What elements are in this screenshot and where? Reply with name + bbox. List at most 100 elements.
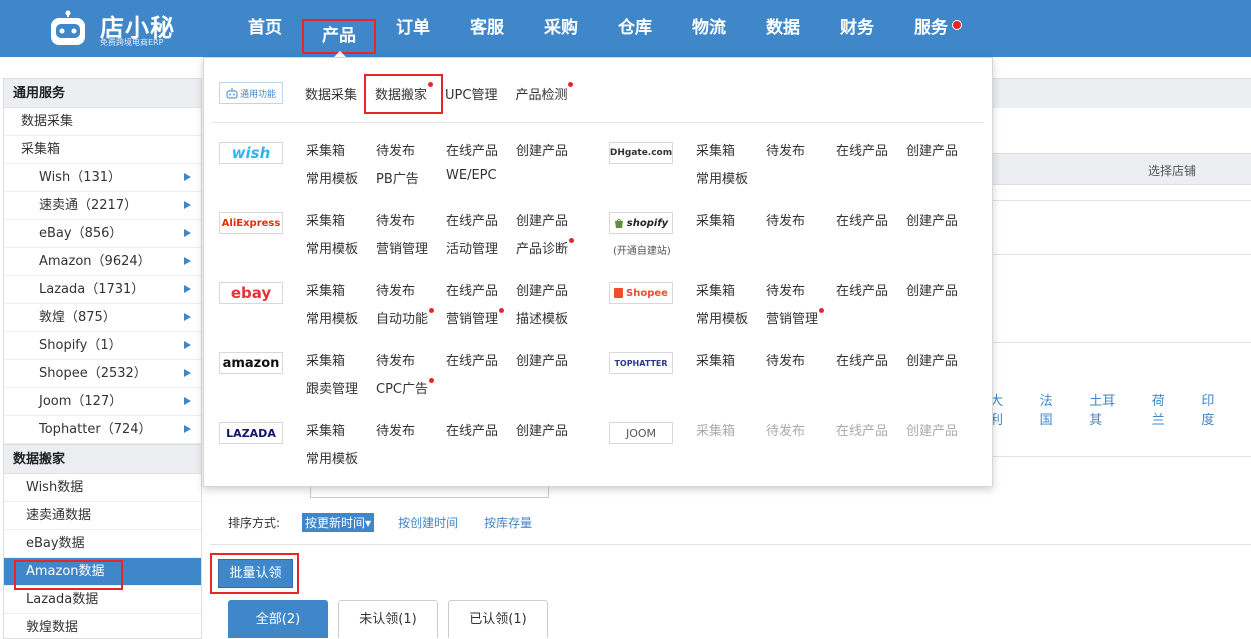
tab-claimed[interactable]: 已认领(1) bbox=[448, 600, 548, 638]
sidebar-item-aliexpress[interactable]: 速卖通（2217） bbox=[4, 192, 201, 220]
tab-all[interactable]: 全部(2) bbox=[228, 600, 328, 638]
sidebar-item-joom[interactable]: Joom（127） bbox=[4, 388, 201, 416]
menu-link[interactable]: 待发布 bbox=[376, 350, 415, 369]
nav-finance[interactable]: 财务 bbox=[820, 0, 894, 57]
shopify-note[interactable]: (开通自建站) bbox=[613, 242, 671, 257]
menu-link[interactable]: 采集箱 bbox=[306, 280, 345, 299]
sort-by-stock[interactable]: 按库存量 bbox=[484, 514, 532, 531]
bulk-claim-button[interactable]: 批量认领 bbox=[218, 559, 293, 588]
menu-link[interactable]: 营销管理 bbox=[376, 238, 428, 257]
menu-link[interactable]: 常用模板 bbox=[306, 168, 358, 187]
menu-link[interactable]: 营销管理 bbox=[766, 308, 825, 327]
sort-by-create-time[interactable]: 按创建时间 bbox=[398, 514, 458, 531]
menu-upc-manage[interactable]: UPC管理 bbox=[445, 84, 497, 103]
menu-link[interactable]: 在线产品 bbox=[446, 420, 498, 439]
menu-link[interactable]: 常用模板 bbox=[306, 238, 358, 257]
menu-link[interactable]: 创建产品 bbox=[906, 140, 958, 159]
sidebar-item-tophatter[interactable]: Tophatter（724） bbox=[4, 416, 201, 444]
country-link[interactable]: 大利 bbox=[990, 390, 1016, 428]
menu-product-check[interactable]: 产品检测 bbox=[515, 81, 574, 103]
nav-customer-service[interactable]: 客服 bbox=[450, 0, 524, 57]
menu-data-collect[interactable]: 数据采集 bbox=[305, 84, 357, 103]
menu-link[interactable]: 在线产品 bbox=[836, 210, 888, 229]
menu-link[interactable]: 在线产品 bbox=[446, 140, 498, 159]
menu-link[interactable]: 采集箱 bbox=[306, 420, 345, 439]
menu-link[interactable]: 创建产品 bbox=[906, 280, 958, 299]
menu-link[interactable]: 待发布 bbox=[766, 350, 805, 369]
menu-link[interactable]: 在线产品 bbox=[836, 280, 888, 299]
sidebar-item-lazada[interactable]: Lazada（1731） bbox=[4, 276, 201, 304]
menu-link[interactable]: 在线产品 bbox=[836, 420, 888, 439]
menu-link[interactable]: 活动管理 bbox=[446, 238, 498, 257]
menu-link[interactable]: 采集箱 bbox=[696, 210, 735, 229]
sidebar-item-data-collect[interactable]: 数据采集 bbox=[4, 108, 201, 136]
sidebar-item-shopify[interactable]: Shopify（1） bbox=[4, 332, 201, 360]
menu-link[interactable]: 待发布 bbox=[766, 280, 805, 299]
nav-product[interactable]: 产品 bbox=[302, 19, 376, 54]
nav-data[interactable]: 数据 bbox=[746, 0, 820, 57]
menu-link[interactable]: 待发布 bbox=[376, 140, 415, 159]
nav-logistics[interactable]: 物流 bbox=[672, 0, 746, 57]
sidebar-item-wish[interactable]: Wish（131） bbox=[4, 164, 201, 192]
menu-link[interactable]: 描述模板 bbox=[516, 308, 568, 327]
sidebar-item-collect-box[interactable]: 采集箱 bbox=[4, 136, 201, 164]
menu-link[interactable]: CPC广告 bbox=[376, 378, 434, 397]
nav-services[interactable]: 服务 bbox=[894, 0, 968, 57]
menu-link[interactable]: 创建产品 bbox=[906, 350, 958, 369]
menu-link[interactable]: 采集箱 bbox=[696, 420, 735, 439]
menu-link[interactable]: 创建产品 bbox=[516, 280, 568, 299]
sidebar-item-ebay[interactable]: eBay（856） bbox=[4, 220, 201, 248]
sidebar-item-dhgate[interactable]: 敦煌（875） bbox=[4, 304, 201, 332]
menu-link[interactable]: 待发布 bbox=[766, 210, 805, 229]
menu-link[interactable]: 常用模板 bbox=[306, 448, 358, 467]
menu-link[interactable]: 采集箱 bbox=[696, 280, 735, 299]
sidebar-item-wish-data[interactable]: Wish数据 bbox=[4, 474, 201, 502]
menu-link[interactable]: 在线产品 bbox=[446, 350, 498, 369]
menu-data-move[interactable]: 数据搬家 bbox=[375, 81, 434, 103]
sidebar-item-shopee[interactable]: Shopee（2532） bbox=[4, 360, 201, 388]
menu-link[interactable]: 创建产品 bbox=[906, 420, 958, 439]
nav-warehouse[interactable]: 仓库 bbox=[598, 0, 672, 57]
menu-link[interactable]: 创建产品 bbox=[906, 210, 958, 229]
menu-link[interactable]: 待发布 bbox=[376, 210, 415, 229]
country-link[interactable]: 荷兰 bbox=[1152, 390, 1178, 428]
menu-link[interactable]: 产品诊断 bbox=[516, 238, 575, 257]
menu-link[interactable]: 采集箱 bbox=[306, 210, 345, 229]
country-link[interactable]: 印度 bbox=[1201, 390, 1227, 428]
menu-link[interactable]: 采集箱 bbox=[306, 140, 345, 159]
brand-logo[interactable]: 店小秘 免费跨境电商ERP bbox=[48, 4, 178, 52]
menu-link[interactable]: 在线产品 bbox=[446, 210, 498, 229]
menu-link[interactable]: 创建产品 bbox=[516, 210, 568, 229]
sidebar-item-amazon[interactable]: Amazon（9624） bbox=[4, 248, 201, 276]
country-link[interactable]: 土耳其 bbox=[1089, 390, 1127, 428]
menu-link[interactable]: 常用模板 bbox=[696, 168, 748, 187]
menu-link[interactable]: 待发布 bbox=[766, 420, 805, 439]
menu-link[interactable]: 采集箱 bbox=[696, 350, 735, 369]
menu-link[interactable]: 待发布 bbox=[766, 140, 805, 159]
menu-link[interactable]: 创建产品 bbox=[516, 140, 568, 159]
nav-home[interactable]: 首页 bbox=[228, 0, 302, 57]
menu-link[interactable]: PB广告 bbox=[376, 168, 419, 187]
nav-orders[interactable]: 订单 bbox=[376, 0, 450, 57]
menu-link[interactable]: 采集箱 bbox=[306, 350, 345, 369]
menu-link[interactable]: 创建产品 bbox=[516, 420, 568, 439]
sidebar-item-lazada-data[interactable]: Lazada数据 bbox=[4, 586, 201, 614]
menu-link[interactable]: 常用模板 bbox=[306, 308, 358, 327]
sidebar-item-ebay-data[interactable]: eBay数据 bbox=[4, 530, 201, 558]
tab-unclaimed[interactable]: 未认领(1) bbox=[338, 600, 438, 638]
menu-link[interactable]: 常用模板 bbox=[696, 308, 748, 327]
menu-link[interactable]: 在线产品 bbox=[446, 280, 498, 299]
sidebar-item-aliexpress-data[interactable]: 速卖通数据 bbox=[4, 502, 201, 530]
menu-link[interactable]: 自动功能 bbox=[376, 308, 435, 327]
menu-link[interactable]: 跟卖管理 bbox=[306, 378, 358, 397]
sort-by-update-time[interactable]: 按更新时间▾ bbox=[302, 513, 375, 532]
menu-link[interactable]: 创建产品 bbox=[516, 350, 568, 369]
sidebar-item-dhgate-data[interactable]: 敦煌数据 bbox=[4, 614, 201, 639]
menu-link[interactable]: 采集箱 bbox=[696, 140, 735, 159]
menu-link[interactable]: WE/EPC bbox=[446, 168, 497, 183]
nav-purchase[interactable]: 采购 bbox=[524, 0, 598, 57]
sidebar-item-amazon-data[interactable]: Amazon数据 bbox=[4, 558, 201, 586]
menu-link[interactable]: 待发布 bbox=[376, 280, 415, 299]
menu-link[interactable]: 营销管理 bbox=[446, 308, 505, 327]
menu-link[interactable]: 在线产品 bbox=[836, 350, 888, 369]
